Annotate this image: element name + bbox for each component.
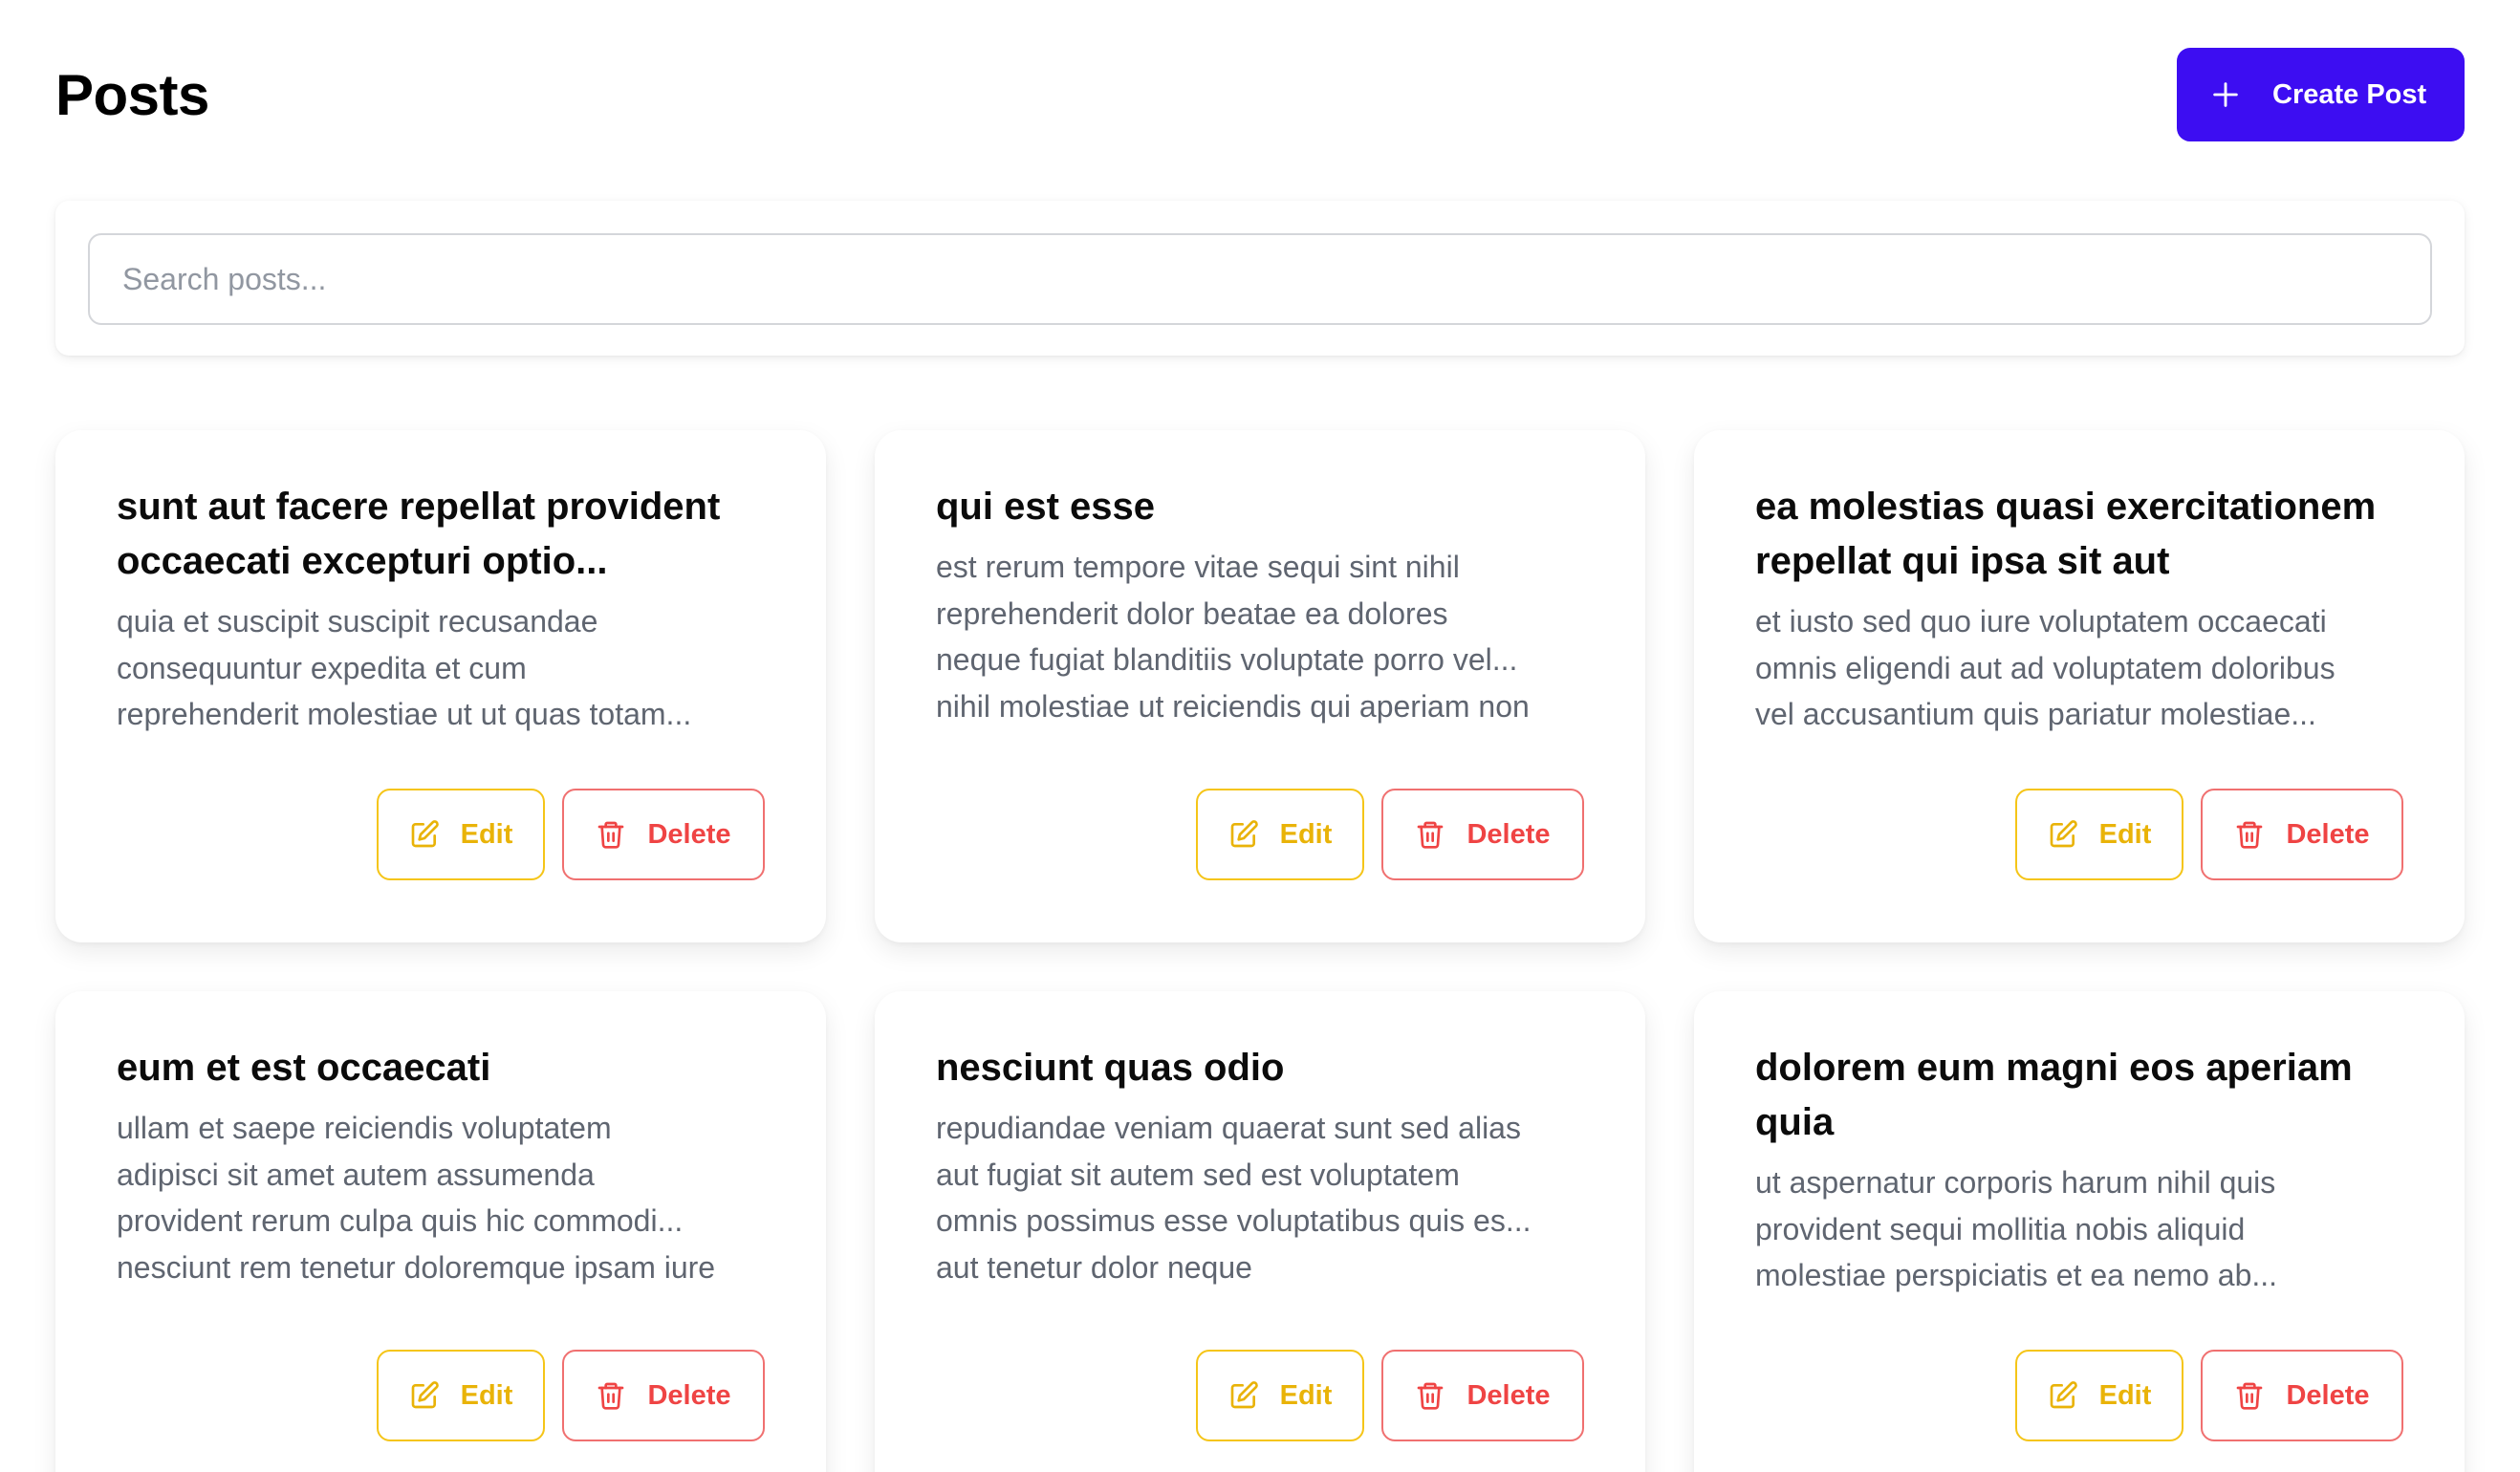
create-post-label: Create Post: [2272, 78, 2427, 110]
post-actions: Edit Delete: [2015, 789, 2403, 880]
edit-button[interactable]: Edit: [2015, 789, 2183, 880]
post-actions: Edit Delete: [1196, 1350, 1584, 1441]
edit-icon: [1230, 1381, 1258, 1409]
edit-button[interactable]: Edit: [2015, 1350, 2183, 1441]
delete-button[interactable]: Delete: [562, 789, 765, 880]
delete-label: Delete: [647, 818, 731, 850]
post-card: sunt aut facere repellat provident occae…: [55, 430, 826, 942]
post-title: nesciunt quas odio: [936, 1047, 1285, 1089]
create-post-button[interactable]: Create Post: [2177, 48, 2465, 141]
post-title: eum et est occaecati: [117, 1047, 491, 1089]
delete-button[interactable]: Delete: [1381, 1350, 1584, 1441]
post-body: ut aspernatur corporis harum nihil quis …: [1755, 1165, 2278, 1292]
edit-label: Edit: [1279, 818, 1333, 850]
delete-button[interactable]: Delete: [562, 1350, 765, 1441]
post-title: qui est esse: [936, 486, 1156, 528]
edit-icon: [2050, 1381, 2077, 1409]
search-panel: [55, 201, 2465, 356]
edit-label: Edit: [460, 1379, 513, 1411]
edit-icon: [1230, 820, 1258, 848]
post-body: ullam et saepe reiciendis voluptatem adi…: [117, 1111, 716, 1285]
edit-button[interactable]: Edit: [1196, 1350, 1364, 1441]
trash-icon: [2237, 1382, 2263, 1410]
post-body: et iusto sed quo iure voluptatem occaeca…: [1755, 604, 2335, 731]
post-body: repudiandae veniam quaerat sunt sed alia…: [936, 1111, 1532, 1285]
post-title: sunt aut facere repellat provident occae…: [117, 486, 721, 582]
posts-page: Posts Create Post sunt aut facere repell…: [0, 0, 2520, 1472]
post-title: ea molestias quasi exercitationem repell…: [1755, 486, 2377, 582]
trash-icon: [598, 821, 624, 849]
edit-button[interactable]: Edit: [377, 1350, 545, 1441]
post-body: quia et suscipit suscipit recusandae con…: [117, 604, 692, 731]
trash-icon: [1418, 821, 1444, 849]
page-header: Posts Create Post: [55, 48, 2465, 141]
post-card: dolorem eum magni eos aperiam quia ut as…: [1694, 991, 2465, 1472]
trash-icon: [598, 1382, 624, 1410]
edit-button[interactable]: Edit: [377, 789, 545, 880]
edit-button[interactable]: Edit: [1196, 789, 1364, 880]
post-title: dolorem eum magni eos aperiam quia: [1755, 1047, 2353, 1143]
post-actions: Edit Delete: [377, 789, 765, 880]
posts-grid: sunt aut facere repellat provident occae…: [55, 430, 2465, 1472]
edit-icon: [411, 820, 439, 848]
edit-icon: [411, 1381, 439, 1409]
plus-icon: [2213, 82, 2238, 107]
post-actions: Edit Delete: [377, 1350, 765, 1441]
post-card: qui est esse est rerum tempore vitae seq…: [875, 430, 1645, 942]
post-card: ea molestias quasi exercitationem repell…: [1694, 430, 2465, 942]
trash-icon: [1418, 1382, 1444, 1410]
search-input[interactable]: [88, 233, 2432, 325]
post-body: est rerum tempore vitae sequi sint nihil…: [936, 550, 1530, 724]
delete-button[interactable]: Delete: [2201, 789, 2403, 880]
post-card: eum et est occaecati ullam et saepe reic…: [55, 991, 826, 1472]
delete-label: Delete: [1466, 818, 1551, 850]
page-title: Posts: [55, 62, 209, 127]
delete-label: Delete: [1466, 1379, 1551, 1411]
post-card: nesciunt quas odio repudiandae veniam qu…: [875, 991, 1645, 1472]
delete-button[interactable]: Delete: [1381, 789, 1584, 880]
delete-label: Delete: [2286, 1379, 2370, 1411]
edit-label: Edit: [1279, 1379, 1333, 1411]
trash-icon: [2237, 821, 2263, 849]
post-actions: Edit Delete: [1196, 789, 1584, 880]
edit-label: Edit: [2098, 1379, 2152, 1411]
post-actions: Edit Delete: [2015, 1350, 2403, 1441]
edit-label: Edit: [2098, 818, 2152, 850]
edit-label: Edit: [460, 818, 513, 850]
delete-label: Delete: [647, 1379, 731, 1411]
delete-label: Delete: [2286, 818, 2370, 850]
edit-icon: [2050, 820, 2077, 848]
delete-button[interactable]: Delete: [2201, 1350, 2403, 1441]
